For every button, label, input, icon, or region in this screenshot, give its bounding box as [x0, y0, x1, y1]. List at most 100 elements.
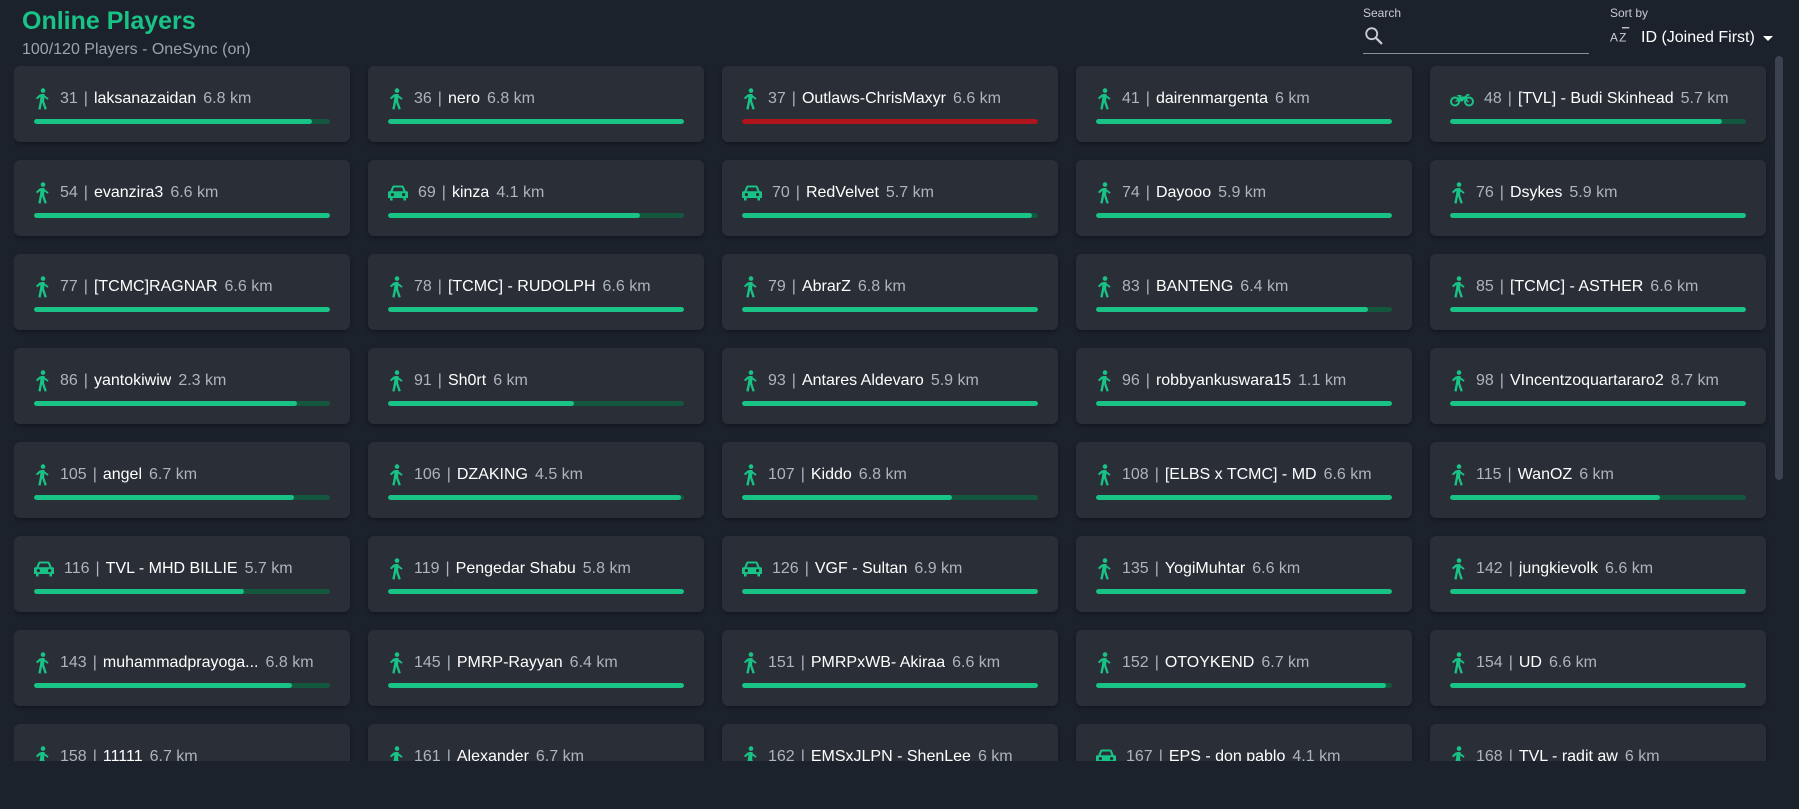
player-distance: 5.8 km — [582, 559, 631, 577]
player-id: 119 — [414, 559, 440, 577]
player-card[interactable]: 142 | jungkievolk 6.6 km — [1430, 536, 1766, 612]
health-bar-fill — [742, 683, 1038, 688]
player-distance: 6.8 km — [486, 89, 535, 107]
player-card-header: 135 | YogiMuhtar 6.6 km — [1096, 536, 1392, 585]
player-card-header: 74 | Dayooo 5.9 km — [1096, 160, 1392, 209]
player-card-header: 143 | muhammadprayoga... 6.8 km — [34, 630, 330, 679]
player-card[interactable]: 105 | angel 6.7 km — [14, 442, 350, 518]
player-card[interactable]: 152 | OTOYKEND 6.7 km — [1076, 630, 1412, 706]
player-card[interactable]: 36 | nero 6.8 km — [368, 66, 704, 142]
player-card[interactable]: 116 | TVL - MHD BILLIE 5.7 km — [14, 536, 350, 612]
player-card[interactable]: 86 | yantokiwiw 2.3 km — [14, 348, 350, 424]
player-card[interactable]: 98 | VIncentzoquartararo2 8.7 km — [1430, 348, 1766, 424]
player-id: 135 — [1122, 559, 1149, 577]
player-id: 36 — [414, 89, 432, 107]
player-name: Kiddo — [810, 465, 852, 483]
player-id: 168 — [1476, 747, 1503, 762]
health-bar-fill — [1450, 495, 1661, 500]
player-name: Pengedar Shabu — [455, 559, 576, 577]
player-name: TVL - MHD BILLIE — [105, 559, 238, 577]
player-name: UD — [1518, 653, 1542, 671]
player-id: 85 — [1476, 277, 1494, 295]
player-id: 145 — [414, 653, 441, 671]
search-icon — [1363, 25, 1385, 52]
player-card[interactable]: 106 | DZAKING 4.5 km — [368, 442, 704, 518]
health-bar — [1096, 401, 1392, 406]
player-card[interactable]: 96 | robbyankuswara15 1.1 km — [1076, 348, 1412, 424]
player-card[interactable]: 135 | YogiMuhtar 6.6 km — [1076, 536, 1412, 612]
player-card[interactable]: 78 | [TCMC] - RUDOLPH 6.6 km — [368, 254, 704, 330]
player-distance: 6.7 km — [149, 465, 198, 483]
chevron-down-icon[interactable] — [1762, 35, 1773, 41]
player-distance: 5.9 km — [930, 371, 979, 389]
search-field[interactable]: Search — [1363, 6, 1602, 54]
player-card[interactable]: 158 | 11111 6.7 km — [14, 724, 350, 761]
player-distance: 6.6 km — [1605, 559, 1654, 577]
player-card[interactable]: 151 | PMRPxWB- Akiraa 6.6 km — [722, 630, 1058, 706]
player-card[interactable]: 76 | Dsykes 5.9 km — [1430, 160, 1766, 236]
player-card-header: 107 | Kiddo 6.8 km — [742, 442, 1038, 491]
player-card[interactable]: 83 | BANTENG 6.4 km — [1076, 254, 1412, 330]
player-card-header: 119 | Pengedar Shabu 5.8 km — [388, 536, 684, 585]
player-distance: 6.7 km — [149, 747, 198, 762]
player-card[interactable]: 167 | EPS - don pablo 4.1 km — [1076, 724, 1412, 761]
player-id: 37 — [768, 89, 786, 107]
search-label: Search — [1363, 6, 1402, 20]
sort-dropdown[interactable]: A Z ID (Joined First) — [1610, 23, 1780, 53]
player-name: TVL - radit aw — [1518, 747, 1618, 762]
player-distance: 6.6 km — [952, 653, 1001, 671]
walk-icon — [34, 745, 50, 761]
player-card[interactable]: 54 | evanzira3 6.6 km — [14, 160, 350, 236]
player-card[interactable]: 162 | EMSxJLPN - ShenLee 6 km — [722, 724, 1058, 761]
player-card[interactable]: 93 | Antares Aldevaro 5.9 km — [722, 348, 1058, 424]
sort-select[interactable]: Sort by A Z ID (Joined First) — [1610, 6, 1780, 53]
separator: | — [1507, 465, 1512, 483]
player-card[interactable]: 161 | Alexander 6.7 km — [368, 724, 704, 761]
player-name: angel — [102, 465, 143, 483]
separator: | — [437, 371, 442, 389]
separator: | — [1499, 371, 1504, 389]
scrollbar-thumb[interactable] — [1775, 56, 1783, 480]
player-card[interactable]: 48 | [TVL] - Budi Skinhead 5.7 km — [1430, 66, 1766, 142]
health-bar — [34, 213, 330, 218]
player-distance: 6 km — [977, 747, 1013, 762]
player-distance: 8.7 km — [1670, 371, 1719, 389]
player-card[interactable]: 168 | TVL - radit aw 6 km — [1430, 724, 1766, 761]
walk-icon — [742, 369, 758, 392]
player-card-header: 83 | BANTENG 6.4 km — [1096, 254, 1392, 303]
player-card[interactable]: 37 | Outlaws-ChrisMaxyr 6.6 km — [722, 66, 1058, 142]
player-card[interactable]: 115 | WanOZ 6 km — [1430, 442, 1766, 518]
player-card[interactable]: 154 | UD 6.6 km — [1430, 630, 1766, 706]
player-card[interactable]: 79 | AbrarZ 6.8 km — [722, 254, 1058, 330]
player-card[interactable]: 69 | kinza 4.1 km — [368, 160, 704, 236]
search-row[interactable] — [1363, 23, 1602, 54]
player-card[interactable]: 31 | laksanazaidan 6.8 km — [14, 66, 350, 142]
player-card[interactable]: 85 | [TCMC] - ASTHER 6.6 km — [1430, 254, 1766, 330]
separator: | — [83, 89, 88, 107]
separator: | — [1508, 747, 1513, 762]
player-card[interactable]: 143 | muhammadprayoga... 6.8 km — [14, 630, 350, 706]
player-card[interactable]: 91 | Sh0rt 6 km — [368, 348, 704, 424]
player-card[interactable]: 119 | Pengedar Shabu 5.8 km — [368, 536, 704, 612]
separator: | — [1145, 89, 1150, 107]
player-card-header: 108 | [ELBS x TCMC] - MD 6.6 km — [1096, 442, 1392, 491]
player-card-header: 78 | [TCMC] - RUDOLPH 6.6 km — [388, 254, 684, 303]
health-bar — [388, 119, 684, 124]
player-card[interactable]: 77 | [TCMC]RAGNAR 6.6 km — [14, 254, 350, 330]
player-card[interactable]: 70 | RedVelvet 5.7 km — [722, 160, 1058, 236]
walk-icon — [1450, 557, 1466, 580]
search-input[interactable] — [1391, 28, 1602, 48]
health-bar-fill — [1096, 401, 1392, 406]
health-bar — [1450, 589, 1746, 594]
player-card[interactable]: 41 | dairenmargenta 6 km — [1076, 66, 1412, 142]
player-card[interactable]: 74 | Dayooo 5.9 km — [1076, 160, 1412, 236]
player-card-header: 37 | Outlaws-ChrisMaxyr 6.6 km — [742, 66, 1038, 115]
player-card[interactable]: 126 | VGF - Sultan 6.9 km — [722, 536, 1058, 612]
player-card[interactable]: 107 | Kiddo 6.8 km — [722, 442, 1058, 518]
separator: | — [1145, 371, 1150, 389]
separator: | — [791, 89, 796, 107]
player-card[interactable]: 108 | [ELBS x TCMC] - MD 6.6 km — [1076, 442, 1412, 518]
walk-icon — [1450, 463, 1466, 486]
player-card[interactable]: 145 | PMRP-Rayyan 6.4 km — [368, 630, 704, 706]
health-bar-fill — [388, 495, 682, 500]
